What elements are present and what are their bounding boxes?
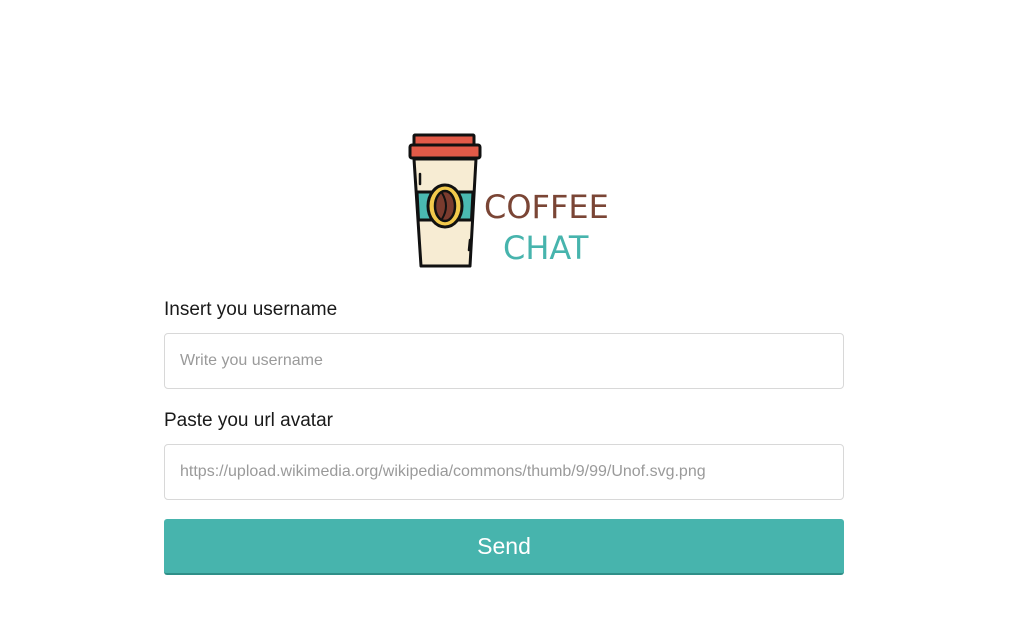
avatar-url-label: Paste you url avatar (164, 410, 333, 431)
avatar-url-input[interactable] (164, 444, 844, 500)
logo-text-coffee: COFFEE (484, 188, 608, 226)
send-button[interactable]: Send (164, 519, 844, 575)
username-group: Insert you username (164, 298, 844, 389)
coffee-cup-icon: COFFEE CHAT (408, 133, 608, 268)
logo-text-chat: CHAT (503, 229, 589, 267)
login-page: COFFEE CHAT Insert you username Paste yo… (0, 0, 1009, 633)
username-label: Insert you username (164, 299, 338, 320)
avatar-group: Paste you url avatar (164, 409, 844, 500)
login-form: Insert you username Paste you url avatar… (164, 298, 844, 575)
username-input[interactable] (164, 333, 844, 389)
coffee-chat-logo: COFFEE CHAT (408, 132, 608, 272)
